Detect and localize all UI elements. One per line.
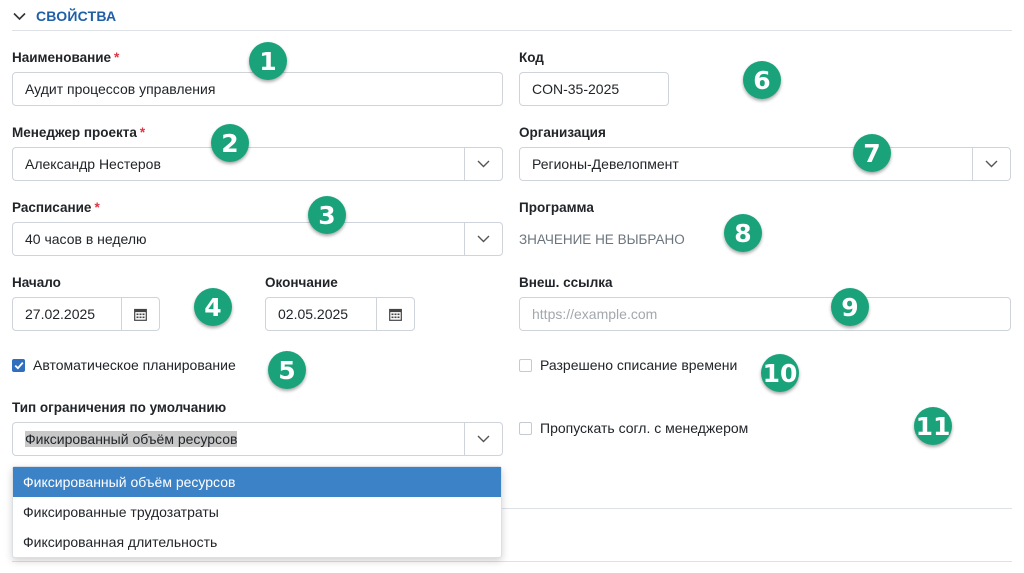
number-badge: 6 (743, 61, 781, 99)
number-badge: 4 (194, 288, 232, 326)
number-badge: 7 (853, 134, 891, 172)
code-label: Код (519, 50, 544, 65)
number-badge: 5 (268, 351, 306, 389)
calendar-icon[interactable] (121, 298, 159, 330)
constraint-type-dropdown: Фиксированный объём ресурсов Фиксированн… (12, 466, 502, 558)
check-icon[interactable] (12, 358, 25, 372)
checkbox-box[interactable] (519, 358, 532, 372)
skip-approval-checkbox[interactable]: Пропускать согл. с менеджером (519, 420, 748, 436)
dropdown-option[interactable]: Фиксированная длительность (13, 527, 501, 557)
chevron-down-icon[interactable] (464, 223, 502, 255)
number-badge: 11 (914, 407, 952, 445)
chevron-down-icon (12, 9, 26, 23)
divider (502, 508, 1012, 509)
dropdown-option[interactable]: Фиксированный объём ресурсов (13, 467, 501, 497)
chevron-down-icon[interactable] (464, 423, 502, 455)
schedule-select[interactable]: 40 часов в неделю (12, 222, 503, 256)
dropdown-option[interactable]: Фиксированные трудозатраты (13, 497, 501, 527)
organization-label: Организация (519, 125, 606, 140)
code-input[interactable]: CON-35-2025 (519, 72, 669, 106)
external-link-label: Внеш. ссылка (519, 275, 613, 290)
chevron-down-icon[interactable] (972, 148, 1010, 180)
schedule-label: Расписание * (12, 200, 100, 215)
end-label: Окончание (265, 275, 338, 290)
start-date-input[interactable]: 27.02.2025 (12, 297, 160, 331)
number-badge: 2 (211, 124, 249, 162)
program-label: Программа (519, 200, 594, 215)
organization-select[interactable]: Регионы-Девелопмент (519, 147, 1011, 181)
start-label: Начало (12, 275, 61, 290)
checkbox-box[interactable] (519, 421, 532, 435)
time-writeoff-checkbox[interactable]: Разрешено списание времени (519, 357, 737, 373)
chevron-down-icon[interactable] (464, 148, 502, 180)
manager-select[interactable]: Александр Нестеров (12, 147, 503, 181)
calendar-icon[interactable] (376, 298, 414, 330)
name-label: Наименование * (12, 50, 120, 65)
section-title: СВОЙСТВА (36, 8, 117, 24)
manager-label: Менеджер проекта * (12, 125, 146, 140)
end-date-input[interactable]: 02.05.2025 (265, 297, 415, 331)
number-badge: 3 (308, 196, 346, 234)
number-badge: 1 (249, 42, 287, 80)
section-toggle[interactable]: СВОЙСТВА (12, 8, 116, 24)
auto-planning-checkbox[interactable]: Автоматическое планирование (12, 357, 236, 373)
number-badge: 8 (724, 214, 762, 252)
number-badge: 9 (831, 288, 869, 326)
constraint-type-label: Тип ограничения по умолчанию (12, 400, 227, 415)
divider (12, 30, 1012, 31)
external-link-input[interactable]: https://example.com (519, 297, 1011, 331)
number-badge: 10 (761, 354, 799, 392)
constraint-type-select[interactable]: Фиксированный объём ресурсов (12, 422, 503, 456)
program-value[interactable]: ЗНАЧЕНИЕ НЕ ВЫБРАНО (519, 232, 685, 247)
divider (12, 561, 1012, 562)
selected-value: Фиксированный объём ресурсов (25, 431, 238, 447)
